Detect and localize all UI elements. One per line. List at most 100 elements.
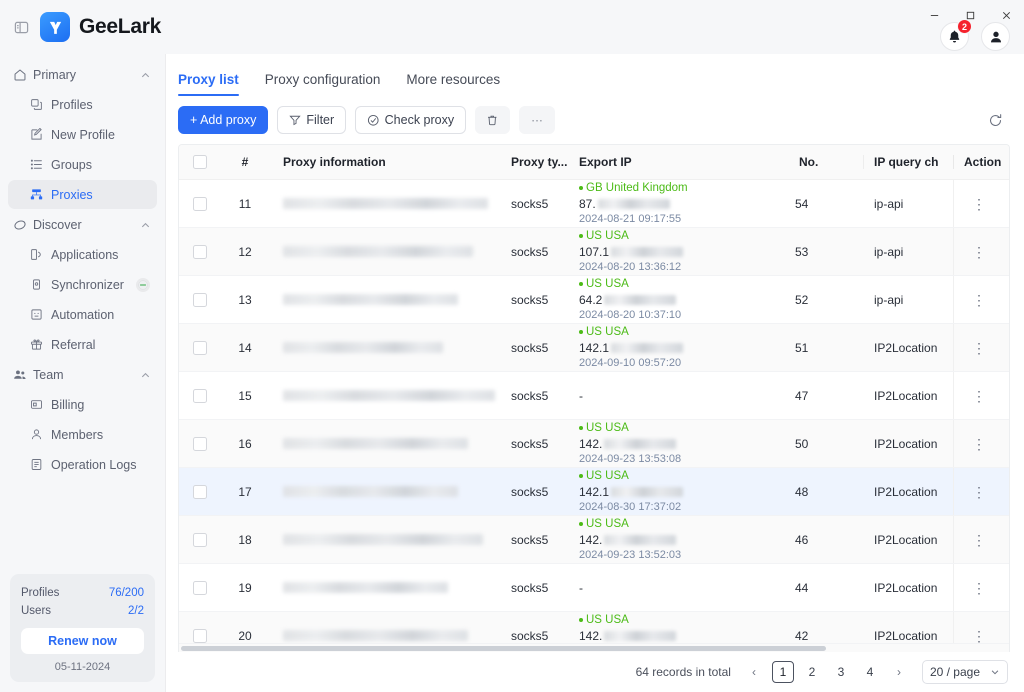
row-checkbox[interactable]: [193, 196, 207, 211]
page-size-select[interactable]: 20 / page: [921, 660, 1008, 684]
check-proxy-button[interactable]: Check proxy: [355, 106, 467, 134]
table-row[interactable]: 12 socks5 US USA 107.1 2024-08-20 13:36:12 53…: [179, 228, 1009, 276]
prev-page-button[interactable]: ‹: [743, 661, 765, 683]
row-ip-query-channel: IP2Location: [874, 532, 938, 547]
row-checkbox[interactable]: [193, 436, 207, 451]
sidebar-item-billing[interactable]: Billing: [8, 390, 157, 419]
tab-proxy-list[interactable]: Proxy list: [178, 72, 239, 96]
row-action-cell[interactable]: ⋮: [953, 564, 1009, 611]
row-more-icon[interactable]: ⋮: [972, 389, 986, 403]
row-more-icon[interactable]: ⋮: [972, 437, 986, 451]
home-icon: [13, 68, 33, 82]
table-row[interactable]: 14 socks5 US USA 142.1 2024-09-10 09:57:20 51…: [179, 324, 1009, 372]
row-more-icon[interactable]: ⋮: [972, 629, 986, 643]
row-proxy-type: socks5: [511, 628, 549, 643]
next-page-button[interactable]: ›: [888, 661, 910, 683]
sidebar-toggle-icon[interactable]: [8, 14, 34, 40]
scrollbar-thumb[interactable]: [181, 646, 826, 651]
row-proxy-type: socks5: [511, 196, 549, 211]
sidebar-item-new-profile[interactable]: New Profile: [8, 120, 157, 149]
page-button-4[interactable]: 4: [859, 661, 881, 683]
table-row[interactable]: 18 socks5 US USA 142. 2024-09-23 13:52:03 46 I…: [179, 516, 1009, 564]
row-ip-query-channel: IP2Location: [874, 340, 938, 355]
table-row[interactable]: 15 socks5 - 47 IP2Location ⋮: [179, 372, 1009, 420]
row-action-cell[interactable]: ⋮: [953, 228, 1009, 275]
sidebar-group-discover[interactable]: Discover: [8, 210, 157, 240]
sidebar-item-members[interactable]: Members: [8, 420, 157, 449]
sidebar-item-synchronizer[interactable]: Synchronizer: [8, 270, 157, 299]
row-checkbox[interactable]: [193, 580, 207, 595]
row-checkbox[interactable]: [193, 340, 207, 355]
sidebar-item-automation[interactable]: Automation: [8, 300, 157, 329]
row-action-cell[interactable]: ⋮: [953, 276, 1009, 323]
table-row[interactable]: 16 socks5 US USA 142. 2024-09-23 13:53:08 50 I…: [179, 420, 1009, 468]
redacted-proxy-text: [283, 294, 458, 305]
table-row[interactable]: 11 socks5 GB United Kingdom 87. 2024-08-21 0…: [179, 180, 1009, 228]
page-button-3[interactable]: 3: [830, 661, 852, 683]
row-checkbox[interactable]: [193, 292, 207, 307]
row-action-cell[interactable]: ⋮: [953, 612, 1009, 643]
sidebar-item-referral[interactable]: Referral: [8, 330, 157, 359]
table-row[interactable]: 13 socks5 US USA 64.2 2024-08-20 10:37:10 52 i…: [179, 276, 1009, 324]
row-proxy-information: [269, 564, 503, 611]
geelark-logo-icon: [40, 12, 70, 42]
row-checkbox[interactable]: [193, 244, 207, 259]
add-proxy-button[interactable]: + Add proxy: [178, 106, 269, 134]
select-all-cell: [179, 155, 221, 169]
row-checkbox[interactable]: [193, 388, 207, 403]
row-more-icon[interactable]: ⋮: [972, 197, 986, 211]
row-action-cell[interactable]: ⋮: [953, 324, 1009, 371]
row-action-cell[interactable]: ⋮: [953, 372, 1009, 419]
sidebar-group-team[interactable]: Team: [8, 360, 157, 390]
sidebar-item-label: Proxies: [51, 187, 93, 202]
table-row[interactable]: 20 socks5 US USA142.2024-09-24 16:20:19 42 I…: [179, 612, 1009, 643]
filter-button[interactable]: Filter: [277, 106, 347, 134]
sidebar-group-primary[interactable]: Primary: [8, 60, 157, 90]
row-more-icon[interactable]: ⋮: [972, 485, 986, 499]
page-button-2[interactable]: 2: [801, 661, 823, 683]
col-export-ip: Export IP: [571, 155, 791, 169]
row-more-icon[interactable]: ⋮: [972, 245, 986, 259]
row-action-cell[interactable]: ⋮: [953, 516, 1009, 563]
renew-now-button[interactable]: Renew now: [21, 628, 144, 654]
table-row[interactable]: 17 socks5 US USA 142.1 2024-08-30 17:37:02 48…: [179, 468, 1009, 516]
check-proxy-label: Check proxy: [384, 113, 455, 127]
row-ip: 87.: [579, 196, 670, 212]
sidebar-item-operation-logs[interactable]: Operation Logs: [8, 450, 157, 479]
table-row[interactable]: 19 socks5 - 44 IP2Location ⋮: [179, 564, 1009, 612]
tab-proxy-configuration[interactable]: Proxy configuration: [265, 72, 381, 96]
row-proxy-type: socks5: [511, 340, 549, 355]
select-all-checkbox[interactable]: [193, 155, 207, 169]
row-checkbox[interactable]: [193, 484, 207, 499]
row-export-ip: -: [571, 564, 791, 611]
row-more-icon[interactable]: ⋮: [972, 293, 986, 307]
page-button-1[interactable]: 1: [771, 661, 794, 683]
user-avatar[interactable]: [981, 22, 1010, 51]
table-horizontal-scrollbar[interactable]: [179, 643, 1009, 652]
row-proxy-type: socks5: [511, 388, 549, 403]
row-ip-query-channel: IP2Location: [874, 436, 938, 451]
row-more-icon[interactable]: ⋮: [972, 581, 986, 595]
plan-profiles-row: Profiles 76/200: [21, 584, 144, 602]
row-ip-query-channel: ip-api: [874, 244, 904, 259]
row-proxy-type: socks5: [511, 244, 549, 259]
more-actions-button[interactable]: [518, 106, 555, 134]
row-action-cell[interactable]: ⋮: [953, 468, 1009, 515]
filter-icon: [289, 114, 302, 126]
row-more-icon[interactable]: ⋮: [972, 533, 986, 547]
refresh-button[interactable]: [982, 107, 1008, 133]
row-checkbox[interactable]: [193, 628, 207, 643]
notifications-button[interactable]: 2: [940, 19, 972, 51]
sidebar-item-groups[interactable]: Groups: [8, 150, 157, 179]
row-more-icon[interactable]: ⋮: [972, 341, 986, 355]
sidebar-item-proxies[interactable]: Proxies: [8, 180, 157, 209]
row-checkbox[interactable]: [193, 532, 207, 547]
row-action-cell[interactable]: ⋮: [953, 180, 1009, 227]
sidebar-item-profiles[interactable]: Profiles: [8, 90, 157, 119]
row-action-cell[interactable]: ⋮: [953, 420, 1009, 467]
delete-button[interactable]: [475, 106, 510, 134]
sidebar-item-applications[interactable]: Applications: [8, 240, 157, 269]
row-timestamp: 2024-09-23 13:52:03: [579, 548, 682, 561]
tab-more-resources[interactable]: More resources: [406, 72, 500, 96]
discover-icon: [13, 218, 33, 232]
